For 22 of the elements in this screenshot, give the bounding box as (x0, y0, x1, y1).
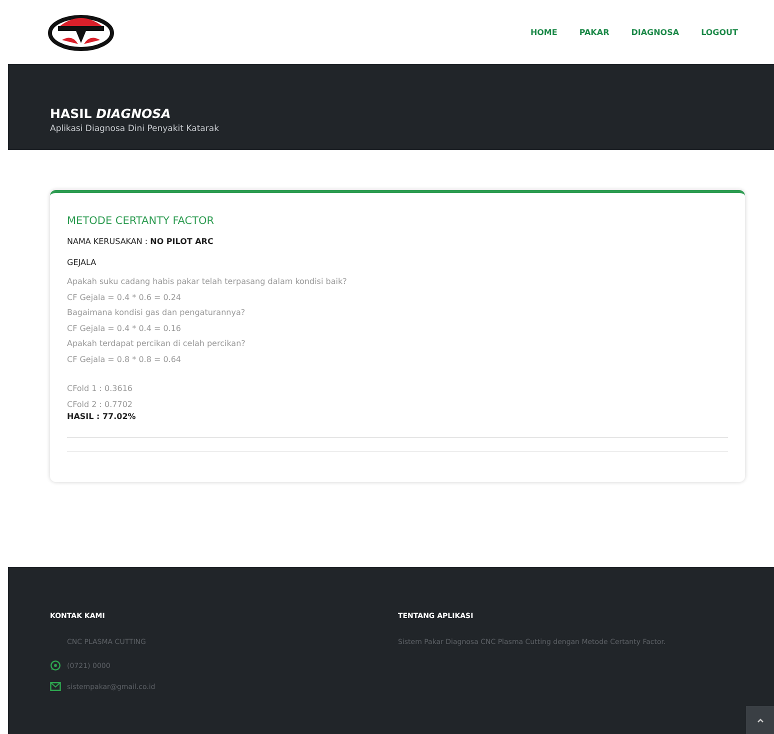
cf-calculation: CF Gejala = 0.8 * 0.8 = 0.64 (67, 354, 182, 366)
cfold-value: CFold 1 : 0.3616 (67, 383, 134, 395)
chevron-up-icon (756, 718, 764, 722)
mail-icon (50, 682, 61, 691)
whatsapp-icon (50, 660, 61, 671)
cf-calculation: CF Gejala = 0.4 * 0.4 = 0.16 (67, 322, 182, 335)
cfold-value: CFold 2 : 0.7702 (67, 398, 134, 410)
page-title: HASIL DIAGNOSA (50, 106, 172, 121)
cf-calculation: CF Gejala = 0.4 * 0.6 = 0.24 (67, 292, 182, 304)
symptoms-heading: GEJALA (67, 258, 98, 267)
symptom-question: Apakah suku cadang habis pakar telah terpasang dalam kondisi baik? (67, 276, 348, 288)
page-subtitle: Aplikasi Diagnosa Dini Penyakit Katarak (50, 124, 220, 134)
result-text: HASIL : 77.02% (67, 412, 137, 421)
nav-link[interactable]: HOME (530, 28, 558, 36)
nav-link[interactable]: PAKAR (579, 28, 610, 36)
symptom-question: Apakah terdapat percikan di celah percikan? (67, 338, 246, 350)
nav-link[interactable]: LOGOUT (701, 28, 738, 36)
symptom-question: Bagaimana kondisi gas dan pengaturannya? (67, 307, 246, 319)
card-heading: METODE CERTANTY FACTOR (67, 215, 216, 227)
nav-link[interactable]: DIAGNOSA (631, 28, 680, 36)
damage-name: NAMA KERUSAKAN : NO PILOT ARC (67, 237, 214, 246)
logo-icon[interactable] (48, 12, 114, 52)
